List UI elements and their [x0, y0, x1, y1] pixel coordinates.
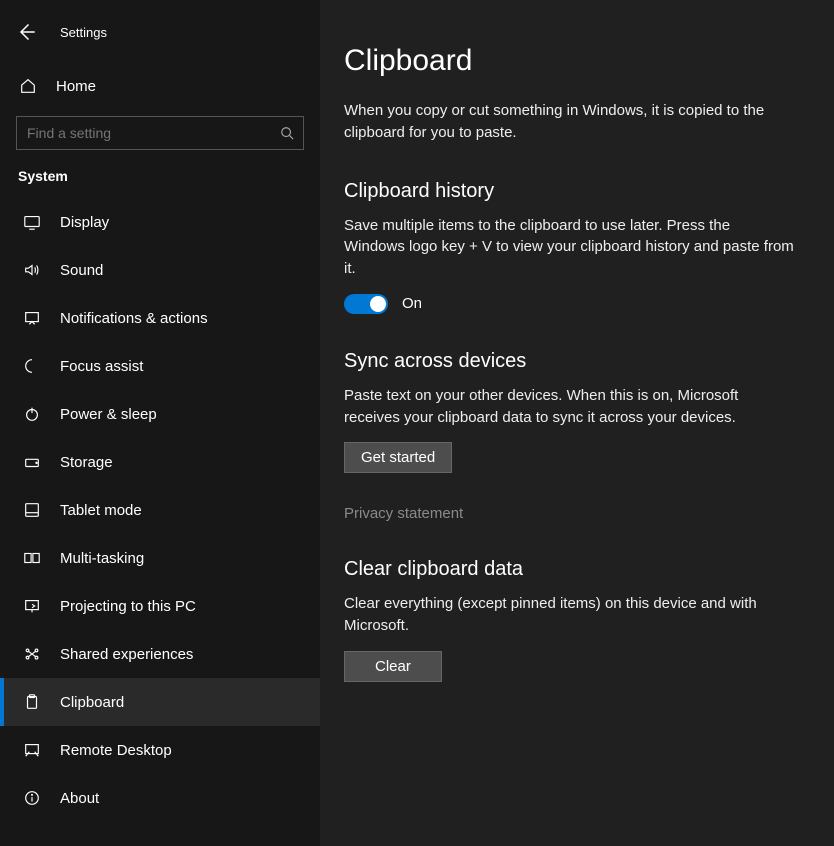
projecting-icon [22, 596, 42, 616]
search-icon [280, 126, 294, 140]
sync-heading: Sync across devices [344, 350, 794, 373]
tablet-icon [22, 500, 42, 520]
get-started-button[interactable]: Get started [344, 442, 452, 473]
display-icon [22, 212, 42, 232]
home-icon [18, 76, 38, 96]
nav-item-shared-experiences[interactable]: Shared experiences [0, 630, 320, 678]
history-toggle[interactable] [344, 294, 388, 314]
nav-label: Projecting to this PC [60, 598, 196, 615]
notifications-icon [22, 308, 42, 328]
clear-desc: Clear everything (except pinned items) o… [344, 593, 794, 637]
nav-label: Shared experiences [60, 646, 193, 663]
shared-icon [22, 644, 42, 664]
history-toggle-label: On [402, 295, 422, 312]
nav-label: Display [60, 214, 109, 231]
page-title: Clipboard [344, 44, 794, 78]
nav-item-multitasking[interactable]: Multi-tasking [0, 534, 320, 582]
back-button[interactable] [16, 22, 36, 42]
nav-item-focus-assist[interactable]: Focus assist [0, 342, 320, 390]
section-heading: System [0, 150, 320, 194]
nav-item-storage[interactable]: Storage [0, 438, 320, 486]
focus-assist-icon [22, 356, 42, 376]
clear-button[interactable]: Clear [344, 651, 442, 682]
about-icon [22, 788, 42, 808]
nav-label: About [60, 790, 99, 807]
nav-label: Clipboard [60, 694, 124, 711]
nav-item-sound[interactable]: Sound [0, 246, 320, 294]
nav-item-remote-desktop[interactable]: Remote Desktop [0, 726, 320, 774]
nav-item-projecting[interactable]: Projecting to this PC [0, 582, 320, 630]
power-icon [22, 404, 42, 424]
nav-item-notifications[interactable]: Notifications & actions [0, 294, 320, 342]
remote-desktop-icon [22, 740, 42, 760]
sync-desc: Paste text on your other devices. When t… [344, 385, 794, 429]
nav-item-display[interactable]: Display [0, 198, 320, 246]
clipboard-icon [22, 692, 42, 712]
window-title: Settings [60, 25, 107, 40]
toggle-knob [370, 296, 386, 312]
storage-icon [22, 452, 42, 472]
nav-label: Remote Desktop [60, 742, 172, 759]
sound-icon [22, 260, 42, 280]
search-input[interactable] [16, 116, 304, 150]
nav-label: Sound [60, 262, 103, 279]
nav-label: Power & sleep [60, 406, 157, 423]
intro-text: When you copy or cut something in Window… [344, 100, 794, 144]
home-nav[interactable]: Home [0, 64, 320, 108]
home-label: Home [56, 78, 96, 95]
nav-label: Focus assist [60, 358, 143, 375]
nav-label: Multi-tasking [60, 550, 144, 567]
nav-item-clipboard[interactable]: Clipboard [0, 678, 320, 726]
clear-heading: Clear clipboard data [344, 558, 794, 581]
nav-label: Storage [60, 454, 113, 471]
privacy-link[interactable]: Privacy statement [344, 505, 794, 522]
history-heading: Clipboard history [344, 180, 794, 203]
nav-item-power-sleep[interactable]: Power & sleep [0, 390, 320, 438]
history-desc: Save multiple items to the clipboard to … [344, 215, 794, 280]
nav-item-about[interactable]: About [0, 774, 320, 822]
multitasking-icon [22, 548, 42, 568]
nav-item-tablet-mode[interactable]: Tablet mode [0, 486, 320, 534]
nav-label: Tablet mode [60, 502, 142, 519]
nav-label: Notifications & actions [60, 310, 208, 327]
